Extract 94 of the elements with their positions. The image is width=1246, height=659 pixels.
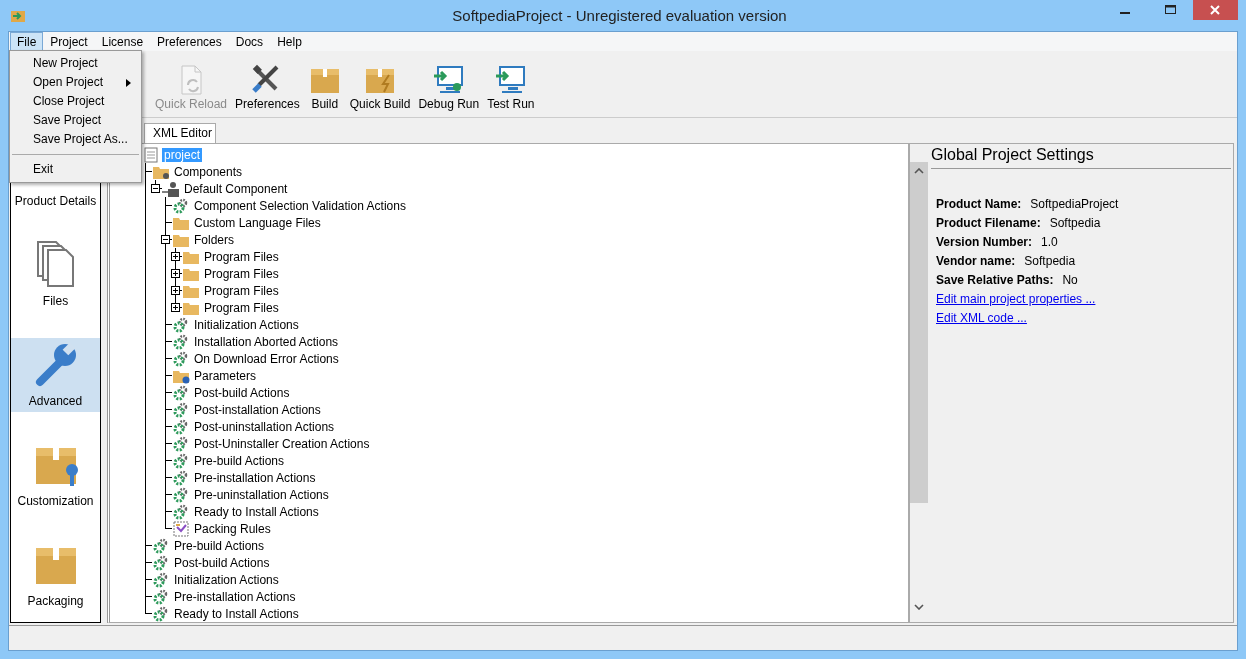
gear-icon [152,588,170,605]
gear-icon [172,350,190,367]
link[interactable]: Edit main project properties ... [936,292,1096,306]
files-icon [35,240,76,288]
toolbar-button[interactable]: Debug Run [415,63,483,117]
gear-icon [152,571,170,588]
tree-item[interactable]: Post-installation Actions [192,402,323,417]
toolbar-button[interactable]: Preferences [232,63,303,117]
tree-item[interactable]: Installation Aborted Actions [192,334,341,349]
toolbar-button[interactable]: Quick Build [346,63,414,117]
tree-item[interactable]: Ready to Install Actions [172,606,301,621]
gear-icon [152,605,170,622]
tree-item[interactable]: Pre-build Actions [172,538,267,553]
tree-item[interactable]: Program Files [202,283,281,298]
gear-icon [152,554,170,571]
link[interactable]: Edit XML code ... [936,311,1027,325]
menu-item[interactable]: Project [43,31,95,52]
tree-item[interactable]: Components [172,164,245,179]
scroll-down-icon[interactable] [914,604,924,610]
gear-icon [172,197,190,214]
property-value: No [1062,273,1078,287]
property-label: Product Name: [936,197,1022,211]
sidebar-item[interactable]: Customization [11,438,100,512]
menu-item[interactable]: Help [270,31,309,52]
property-label: Save Relative Paths: [936,273,1054,287]
expander-icon[interactable] [171,303,180,312]
person-icon [162,180,180,197]
tree-item[interactable]: Packing Rules [192,521,273,536]
menu-entry[interactable]: Open Project [10,73,141,92]
gear-icon [172,333,190,350]
gear-icon [152,537,170,554]
tab[interactable]: XML Editor [144,123,216,143]
expander-icon[interactable] [171,269,180,278]
tree-item[interactable]: Post-uninstallation Actions [192,419,337,434]
menu-item[interactable]: File [10,31,44,52]
property-value: Softpedia [1024,254,1076,268]
gear-icon [172,452,190,469]
menu-entry[interactable]: Save Project As... [10,130,141,149]
toolbar-button[interactable]: Build [304,63,345,117]
tree-item[interactable]: Initialization Actions [192,317,301,332]
tree-item[interactable]: Initialization Actions [172,572,281,587]
toolbar-button[interactable]: Test Run [484,63,538,117]
window-title: SoftpediaProject - Unregistered evaluation version [451,7,788,24]
tree-item[interactable]: Post-build Actions [192,385,292,400]
tree-item[interactable]: Folders [192,232,236,247]
menu-item[interactable]: License [94,31,151,52]
tree-item[interactable]: Post-Uninstaller Creation Actions [192,436,372,451]
gear-icon [172,503,190,520]
tree-item[interactable]: Pre-installation Actions [172,589,298,604]
gear-icon [172,435,190,452]
sidebar-item[interactable]: Files [11,238,100,312]
tree-item[interactable]: Parameters [192,368,259,383]
panel-title: Global Project Settings [931,146,1231,169]
menu-entry[interactable]: Close Project [10,92,141,111]
property-label: Product Filename: [936,216,1041,230]
expander-icon[interactable] [151,184,160,193]
property-value: 1.0 [1041,235,1058,249]
tree-item[interactable]: Program Files [202,266,281,281]
close-icon[interactable] [1193,0,1238,20]
gear-icon [172,486,190,503]
tree-item[interactable]: Custom Language Files [192,215,323,230]
tree-item[interactable]: Pre-build Actions [192,453,287,468]
sidebar-item[interactable]: Packaging [11,538,100,612]
menu-item[interactable]: Preferences [150,31,229,52]
tree-item[interactable]: Pre-uninstallation Actions [192,487,331,502]
expander-icon[interactable] [161,235,170,244]
gear-icon [172,384,190,401]
document-icon [142,146,160,163]
gear-icon [172,401,190,418]
tree-item[interactable]: Program Files [202,300,281,315]
sidebar-item[interactable]: Advanced [11,338,100,412]
menu-entry[interactable]: Save Project [10,111,141,130]
property-value: SoftpediaProject [1030,197,1119,211]
menu-entry[interactable]: Exit [10,160,141,179]
property-value: Softpedia [1049,216,1101,230]
tree-item[interactable]: Ready to Install Actions [192,504,321,519]
property-label: Vendor name: [936,254,1016,268]
gear-icon [172,469,190,486]
tree-item[interactable]: On Download Error Actions [192,351,341,366]
expander-icon[interactable] [171,252,180,261]
menu-entry[interactable]: New Project [10,54,141,73]
menu-item[interactable]: Docs [228,31,271,52]
tree-item[interactable]: Default Component [182,181,290,196]
tree-item[interactable]: Post-build Actions [172,555,272,570]
gear-icon [172,418,190,435]
gear-icon [172,316,190,333]
scroll-up-icon[interactable] [914,168,924,174]
property-label: Version Number: [936,235,1033,249]
app-icon [10,8,26,23]
rules-icon [172,520,190,537]
tree-item[interactable]: Component Selection Validation Actions [192,198,408,213]
tree-item[interactable]: Pre-installation Actions [192,470,318,485]
expander-icon[interactable] [171,286,180,295]
tree-item[interactable]: Program Files [202,249,281,264]
